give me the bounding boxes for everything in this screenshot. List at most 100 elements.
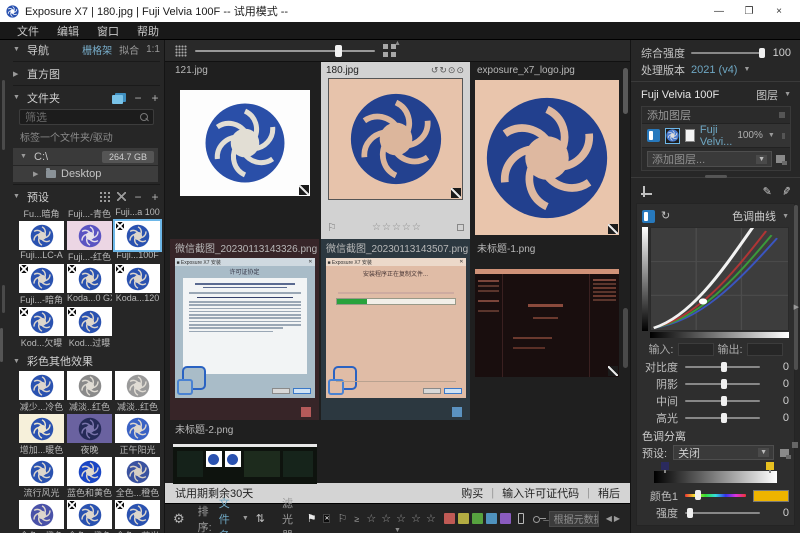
layer-visibility-toggle-icon[interactable] bbox=[647, 129, 660, 142]
split-balance-bar[interactable] bbox=[654, 471, 777, 483]
preset-grid-view-icon[interactable] bbox=[99, 191, 110, 202]
sort-value[interactable]: 文件名 bbox=[219, 495, 235, 533]
layer-menu-icon[interactable] bbox=[779, 112, 785, 118]
preset-thumb[interactable] bbox=[19, 414, 64, 443]
chevron-down-icon[interactable]: ▼ bbox=[782, 213, 789, 220]
preset-thumb[interactable] bbox=[67, 500, 112, 529]
lut-section[interactable]: LUT ◀ bbox=[641, 529, 791, 533]
shadow-marker[interactable] bbox=[661, 462, 669, 470]
preset-thumb[interactable] bbox=[115, 414, 160, 443]
star-rating[interactable]: ☆☆☆☆☆ bbox=[337, 222, 457, 233]
presets-section-header[interactable]: ▼ 预设 − + bbox=[13, 187, 160, 206]
rotate-icons[interactable]: ↺↻⊙⊙ bbox=[431, 65, 465, 76]
view-mode-1to1[interactable]: 1:1 bbox=[146, 44, 160, 55]
minimize-button[interactable]: — bbox=[704, 6, 734, 17]
color-filter-swatch[interactable] bbox=[444, 513, 455, 524]
close-button[interactable]: × bbox=[764, 6, 794, 17]
color1-swatch[interactable] bbox=[753, 490, 789, 502]
color-label-icon[interactable] bbox=[457, 224, 464, 231]
preset-thumb[interactable] bbox=[115, 264, 160, 293]
preset-thumb[interactable] bbox=[67, 221, 112, 250]
chevron-down-icon[interactable]: ▼ bbox=[784, 91, 791, 98]
collapse-down-icon[interactable]: ▼ bbox=[394, 527, 401, 533]
slider-thumb[interactable] bbox=[335, 45, 342, 57]
preset-thumb[interactable] bbox=[19, 264, 64, 293]
keyword-icon[interactable] bbox=[533, 515, 539, 523]
star-filter[interactable]: ☆ ☆ ☆ ☆ ☆ bbox=[366, 512, 437, 525]
flag-filled-icon[interactable]: ⚑ bbox=[307, 512, 317, 525]
contrast-slider[interactable] bbox=[685, 366, 760, 368]
strength-slider[interactable] bbox=[685, 512, 760, 514]
preset-thumb[interactable] bbox=[19, 457, 64, 486]
crop-tool-icon[interactable] bbox=[641, 186, 652, 197]
add-bookmark-folder-icon[interactable] bbox=[115, 93, 126, 102]
folder-item-desktop[interactable]: ▶ Desktop bbox=[13, 166, 158, 182]
split-preset-select[interactable]: 关闭 ▼ bbox=[673, 445, 774, 460]
highlights-slider[interactable] bbox=[685, 417, 760, 419]
folders-section-header[interactable]: ▼ 文件夹 − + bbox=[13, 88, 160, 107]
nav-section-header[interactable]: ▼ 导航 栅格架 拟合 1:1 bbox=[13, 40, 160, 59]
thumb-cell-untitled1[interactable]: 未标题-1.png bbox=[472, 239, 621, 420]
midtones-slider[interactable] bbox=[685, 400, 760, 402]
restore-button[interactable]: ❐ bbox=[734, 6, 764, 17]
layer-mask-swatch[interactable] bbox=[685, 129, 695, 142]
remove-folder-button[interactable]: − bbox=[133, 91, 143, 105]
grid-scrollbar[interactable] bbox=[623, 68, 628, 114]
thumb-cell-wechat1[interactable]: 微信截图_20230113143326.png ■ Exposure X7 安装… bbox=[170, 239, 319, 420]
menu-help[interactable]: 帮助 bbox=[128, 23, 168, 39]
small-thumbnails-icon[interactable] bbox=[175, 45, 187, 57]
highlight-marker[interactable] bbox=[766, 462, 774, 470]
panel-handle[interactable] bbox=[792, 442, 798, 448]
tone-curve-toggle-icon[interactable] bbox=[642, 210, 655, 223]
folder-search-input[interactable]: 筛选 bbox=[19, 109, 154, 125]
left-panel-grip[interactable] bbox=[0, 328, 3, 362]
preset-thumb[interactable] bbox=[19, 221, 64, 250]
preset-thumb[interactable] bbox=[19, 307, 64, 336]
preset-thumb[interactable] bbox=[67, 457, 112, 486]
preset-thumb[interactable] bbox=[67, 264, 112, 293]
split-preset-save-icon[interactable] bbox=[780, 449, 789, 457]
color-filter-swatch[interactable] bbox=[486, 513, 497, 524]
add-preset-button[interactable]: + bbox=[150, 190, 160, 204]
flag-outline-icon[interactable]: ⚐ bbox=[337, 512, 347, 525]
add-layer-row[interactable]: 添加图层 bbox=[642, 107, 790, 124]
color-filter-swatch[interactable] bbox=[458, 513, 469, 524]
chevron-down-icon[interactable]: ▼ bbox=[242, 515, 249, 522]
left-scrollbar[interactable] bbox=[2, 80, 5, 150]
preset-thumb[interactable] bbox=[67, 307, 112, 336]
pager-arrows[interactable]: ◀▶ bbox=[606, 514, 622, 523]
layer-opacity[interactable]: 100% bbox=[737, 130, 763, 141]
preset-thumb[interactable] bbox=[67, 371, 112, 400]
enter-license-link[interactable]: 输入许可证代码 bbox=[502, 485, 579, 501]
curve-output-field[interactable] bbox=[747, 343, 783, 356]
preset-thumb[interactable] bbox=[115, 457, 160, 486]
layer-thumbnail[interactable] bbox=[665, 128, 680, 144]
panel-expand-icon[interactable]: ▶ bbox=[794, 303, 799, 311]
flag-icon[interactable]: ⚐ bbox=[327, 221, 337, 234]
preset-collapse-icon[interactable] bbox=[117, 192, 126, 201]
preset-thumb[interactable] bbox=[115, 500, 160, 529]
color1-hue-slider[interactable] bbox=[685, 494, 746, 497]
thumb-cell-180-selected[interactable]: 180.jpg ↺↻⊙⊙ ⚐ ☆☆☆☆☆ bbox=[321, 62, 470, 239]
preset-thumb[interactable] bbox=[115, 371, 160, 400]
chevron-down-icon[interactable]: ▼ bbox=[743, 66, 750, 73]
pen-tool-icon[interactable]: ✎ bbox=[763, 185, 772, 198]
new-layer-icon[interactable] bbox=[776, 155, 785, 163]
gear-icon[interactable]: ⚙ bbox=[173, 511, 185, 527]
large-thumbnails-icon[interactable] bbox=[383, 44, 388, 49]
layer-menu-icon[interactable] bbox=[782, 133, 785, 139]
color-label-red[interactable] bbox=[301, 407, 311, 417]
shadows-slider[interactable] bbox=[685, 383, 760, 385]
thumb-cell-untitled2[interactable]: 未标题-2.png bbox=[170, 420, 319, 483]
preset-thumb[interactable] bbox=[115, 221, 160, 250]
version-value[interactable]: 2021 (v4) bbox=[691, 64, 737, 76]
chevron-down-icon[interactable]: ▼ bbox=[768, 132, 775, 139]
color-filter-swatch[interactable] bbox=[472, 513, 483, 524]
add-layer-select[interactable]: 添加图层... ▼ bbox=[647, 151, 772, 167]
layer-name[interactable]: Fuji Velvi... bbox=[700, 124, 732, 148]
slider-thumb[interactable] bbox=[759, 48, 765, 58]
intensity-slider[interactable] bbox=[691, 52, 763, 54]
remove-preset-button[interactable]: − bbox=[133, 190, 143, 204]
collapse-up-icon[interactable]: ▲ bbox=[394, 40, 401, 47]
drive-row[interactable]: ▼ C:\ 264.7 GB bbox=[13, 148, 158, 165]
